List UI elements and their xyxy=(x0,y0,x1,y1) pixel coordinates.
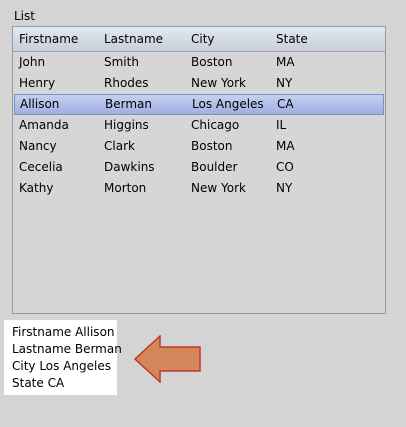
column-header-city[interactable]: City xyxy=(191,27,215,51)
column-header-firstname[interactable]: Firstname xyxy=(19,27,78,51)
cell-city: New York xyxy=(191,181,246,195)
people-list-view[interactable]: Firstname Lastname City State John Smith… xyxy=(12,26,386,314)
detail-lastname: Lastname Berman xyxy=(12,342,122,356)
detail-firstname: Firstname Allison xyxy=(12,325,115,339)
cell-lastname: Rhodes xyxy=(104,76,149,90)
cell-city: Los Angeles xyxy=(192,97,264,111)
list-row[interactable]: Kathy Morton New York NY xyxy=(13,178,385,199)
cell-city: Chicago xyxy=(191,118,240,132)
list-row[interactable]: Nancy Clark Boston MA xyxy=(13,136,385,157)
list-row-selected[interactable]: Allison Berman Los Angeles CA xyxy=(14,94,384,115)
list-group-label: List xyxy=(14,9,35,23)
list-rows: John Smith Boston MA Henry Rhodes New Yo… xyxy=(13,52,385,199)
left-arrow-icon xyxy=(134,335,201,383)
cell-firstname: Kathy xyxy=(19,181,54,195)
cell-lastname: Berman xyxy=(105,97,152,111)
cell-state: CO xyxy=(276,160,294,174)
cell-firstname: Nancy xyxy=(19,139,57,153)
cell-state: MA xyxy=(276,139,295,153)
cell-city: Boston xyxy=(191,55,233,69)
cell-state: MA xyxy=(276,55,295,69)
cell-lastname: Dawkins xyxy=(104,160,155,174)
detail-city: City Los Angeles xyxy=(12,359,111,373)
cell-firstname: Allison xyxy=(20,97,60,111)
left-arrow-shape xyxy=(134,335,201,383)
cell-state: CA xyxy=(277,97,294,111)
list-header: Firstname Lastname City State xyxy=(13,27,385,52)
column-header-state[interactable]: State xyxy=(276,27,308,51)
detail-state: State CA xyxy=(12,376,65,390)
cell-lastname: Morton xyxy=(104,181,147,195)
list-row[interactable]: John Smith Boston MA xyxy=(13,52,385,73)
cell-firstname: Cecelia xyxy=(19,160,63,174)
cell-city: New York xyxy=(191,76,246,90)
cell-city: Boulder xyxy=(191,160,238,174)
cell-state: IL xyxy=(276,118,287,132)
cell-lastname: Smith xyxy=(104,55,139,69)
cell-city: Boston xyxy=(191,139,233,153)
list-row[interactable]: Henry Rhodes New York NY xyxy=(13,73,385,94)
cell-firstname: Henry xyxy=(19,76,56,90)
list-row[interactable]: Amanda Higgins Chicago IL xyxy=(13,115,385,136)
cell-state: NY xyxy=(276,76,293,90)
cell-lastname: Higgins xyxy=(104,118,149,132)
list-row[interactable]: Cecelia Dawkins Boulder CO xyxy=(13,157,385,178)
column-header-lastname[interactable]: Lastname xyxy=(104,27,163,51)
cell-firstname: Amanda xyxy=(19,118,69,132)
selected-details-panel: Firstname Allison Lastname Berman City L… xyxy=(4,320,122,395)
cell-state: NY xyxy=(276,181,293,195)
cell-lastname: Clark xyxy=(104,139,135,153)
cell-firstname: John xyxy=(19,55,46,69)
